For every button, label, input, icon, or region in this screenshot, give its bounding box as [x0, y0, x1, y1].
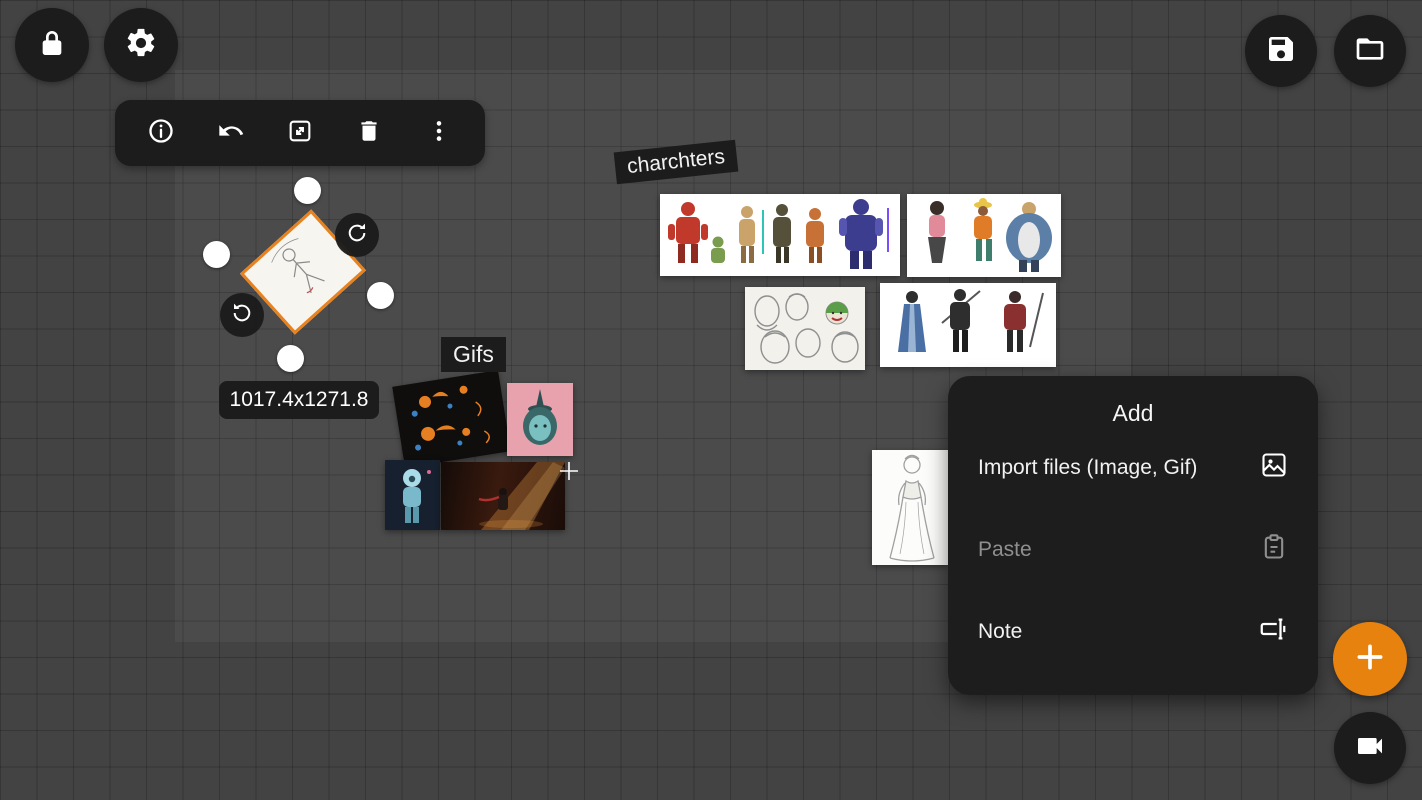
cinematic-scene-art — [441, 462, 565, 530]
samurai-characters-art — [880, 283, 1056, 367]
rotate-handle-top-right[interactable] — [335, 213, 379, 257]
kebab-menu-icon — [426, 118, 452, 149]
rotate-handle-bottom-left[interactable] — [220, 293, 264, 337]
add-fab-button[interactable] — [1333, 622, 1407, 696]
character-trio-art — [907, 194, 1061, 277]
selection-toolbar — [115, 100, 485, 166]
delete-button[interactable] — [346, 110, 392, 156]
lock-icon — [36, 27, 68, 64]
canvas-image-face-sketches[interactable] — [745, 287, 865, 370]
canvas-image-character-trio[interactable] — [907, 194, 1061, 277]
character-lineup-art — [660, 194, 900, 276]
save-board-button[interactable] — [1245, 15, 1317, 87]
canvas-image-character-lineup[interactable] — [660, 194, 900, 276]
canvas-image-samurai-characters[interactable] — [880, 283, 1056, 367]
import-files-label: Import files (Image, Gif) — [978, 456, 1197, 480]
menu-item-paste[interactable]: Paste — [948, 509, 1318, 591]
save-icon — [1265, 33, 1297, 70]
rotate-icon — [345, 221, 369, 250]
lock-canvas-button[interactable] — [15, 8, 89, 82]
settings-button[interactable] — [104, 8, 178, 82]
group-label-gifs[interactable]: Gifs — [441, 337, 506, 372]
canvas-image-woman-sketch[interactable] — [872, 450, 948, 565]
selection-size-label: 1017.4x1271.8 — [219, 381, 379, 419]
canvas-image-robot-girl-gif[interactable] — [385, 460, 440, 530]
note-text-field-icon — [1258, 614, 1288, 650]
canvas-image-cinematic-scene-gif[interactable] — [441, 462, 565, 530]
cursor-crosshair-icon — [558, 460, 580, 487]
selection-handle-top[interactable] — [294, 177, 321, 204]
robot-girl-art — [385, 460, 440, 530]
paste-clipboard-icon — [1260, 533, 1288, 567]
undo-icon — [217, 117, 245, 150]
resize-button[interactable] — [277, 110, 323, 156]
canvas-image-pink-head-gif[interactable] — [507, 383, 573, 456]
trash-icon — [356, 118, 382, 149]
pink-head-art — [507, 383, 573, 456]
info-button[interactable] — [138, 110, 184, 156]
video-camera-icon — [1354, 730, 1386, 767]
undo-button[interactable] — [208, 110, 254, 156]
menu-item-note[interactable]: Note — [948, 591, 1318, 673]
info-icon — [147, 117, 175, 150]
menu-item-import-files[interactable]: Import files (Image, Gif) — [948, 427, 1318, 509]
face-sketches-art — [745, 287, 865, 370]
open-project-button[interactable] — [1334, 15, 1406, 87]
resize-icon — [286, 117, 314, 150]
import-image-icon — [1260, 451, 1288, 485]
open-folder-icon — [1354, 33, 1386, 70]
selection-handle-bottom[interactable] — [277, 345, 304, 372]
more-options-button[interactable] — [416, 110, 462, 156]
flame-doodles-art — [392, 370, 511, 468]
add-menu-title: Add — [948, 376, 1318, 427]
settings-gear-icon — [124, 26, 158, 65]
woman-sketch-art — [872, 450, 948, 565]
record-video-button[interactable] — [1334, 712, 1406, 784]
add-context-menu: Add Import files (Image, Gif) Paste Note — [948, 376, 1318, 695]
selection-handle-left[interactable] — [203, 241, 230, 268]
selection-handle-right[interactable] — [367, 282, 394, 309]
rotate-icon — [230, 301, 254, 330]
paste-label: Paste — [978, 538, 1032, 562]
canvas-image-flame-doodles-gif[interactable] — [392, 370, 511, 468]
plus-icon — [1353, 640, 1387, 679]
note-label: Note — [978, 620, 1022, 644]
